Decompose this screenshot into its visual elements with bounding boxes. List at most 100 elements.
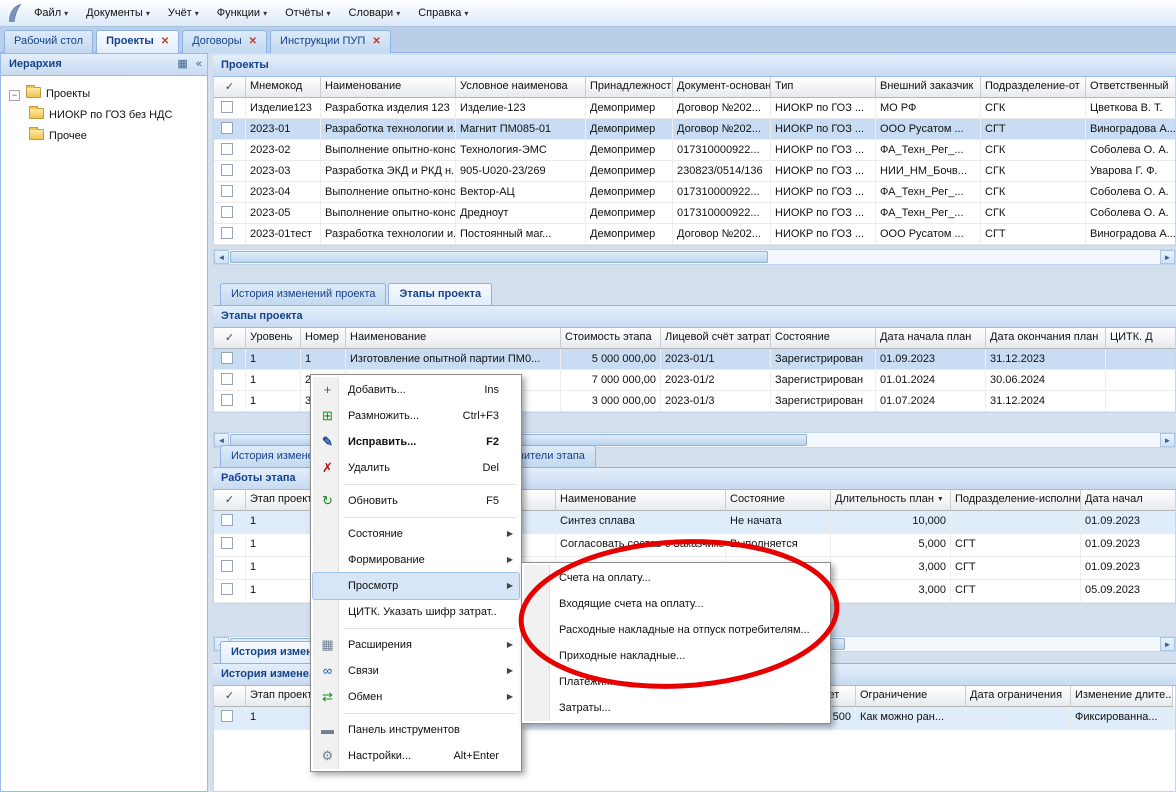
table-row[interactable]: 2023-04Выполнение опытно-конс...Вектор-А…: [214, 182, 1175, 203]
column-header[interactable]: Условное наименова: [456, 77, 586, 98]
menu-item[interactable]: ⊞Размножить...Ctrl+F3: [313, 403, 519, 429]
close-icon[interactable]: ✕: [161, 36, 169, 47]
column-header[interactable]: Наименование: [556, 490, 726, 511]
column-header[interactable]: Ограничение: [856, 686, 966, 707]
tree-item[interactable]: −Проекты: [1, 84, 207, 105]
menubar-item[interactable]: Отчёты▾: [276, 0, 339, 27]
scroll-right-icon[interactable]: ►: [1160, 250, 1175, 264]
document-tab[interactable]: Договоры✕: [182, 30, 267, 53]
menu-item[interactable]: ▬Панель инструментов: [313, 717, 519, 743]
menubar-item[interactable]: Учёт▾: [159, 0, 208, 27]
menu-item[interactable]: Состояние▶: [313, 521, 519, 547]
row-checkbox[interactable]: [221, 710, 233, 722]
column-header[interactable]: Лицевой счёт затрат.: [661, 328, 771, 349]
tree-item[interactable]: НИОКР по ГОЗ без НДС: [1, 105, 207, 126]
menu-item[interactable]: ✗УдалитьDel: [313, 455, 519, 481]
row-checkbox[interactable]: [221, 185, 233, 197]
column-header[interactable]: Состояние: [726, 490, 831, 511]
horizontal-scrollbar[interactable]: ◄ ►: [213, 249, 1176, 265]
row-checkbox[interactable]: [221, 143, 233, 155]
menu-item[interactable]: Платежи...: [524, 669, 828, 695]
check-column-header[interactable]: ✓: [214, 328, 246, 349]
column-header[interactable]: Дата окончания план: [986, 328, 1106, 349]
menubar-item[interactable]: Словари▾: [340, 0, 410, 27]
table-row[interactable]: 2023-03Разработка ЭКД и РКД н...905-U020…: [214, 161, 1175, 182]
close-icon[interactable]: ✕: [249, 36, 257, 47]
menu-item[interactable]: ⚙Настройки...Alt+Enter: [313, 743, 519, 769]
menu-item[interactable]: ✎Исправить...F2: [313, 429, 519, 455]
row-checkbox[interactable]: [221, 373, 233, 385]
menu-item[interactable]: Приходные накладные...: [524, 643, 828, 669]
table-row[interactable]: 2023-05Выполнение опытно-конс...Дредноут…: [214, 203, 1175, 224]
row-checkbox[interactable]: [221, 560, 233, 572]
column-header[interactable]: Стоимость этапа: [561, 328, 661, 349]
column-header[interactable]: Внешний заказчик: [876, 77, 981, 98]
section-tab[interactable]: История изменений проекта: [220, 283, 386, 305]
column-header[interactable]: Тип: [771, 77, 876, 98]
table-row[interactable]: 2023-01Разработка технологии и...Магнит …: [214, 119, 1175, 140]
menu-item[interactable]: Формирование▶: [313, 547, 519, 573]
column-header[interactable]: Ответственный: [1086, 77, 1176, 98]
column-header[interactable]: Уровень: [246, 328, 301, 349]
column-header[interactable]: Дата начал: [1081, 490, 1176, 511]
menu-item[interactable]: ↻ОбновитьF5: [313, 488, 519, 514]
column-header[interactable]: Подразделение-исполнитель..: [951, 490, 1081, 511]
menu-item[interactable]: ЦИТК. Указать шифр затрат..: [313, 599, 519, 625]
menu-item[interactable]: Затраты...: [524, 695, 828, 721]
menu-item[interactable]: Просмотр▶: [313, 573, 519, 599]
close-icon[interactable]: ✕: [372, 36, 380, 47]
column-header[interactable]: Наименование: [321, 77, 456, 98]
column-header[interactable]: Документ-основан: [673, 77, 771, 98]
column-header[interactable]: Состояние: [771, 328, 876, 349]
scroll-left-icon[interactable]: ◄: [214, 250, 229, 264]
collapse-panel-icon[interactable]: «: [196, 58, 202, 70]
document-tab[interactable]: Инструкции ПУП✕: [270, 30, 391, 53]
column-header[interactable]: Изменение длите...: [1071, 686, 1173, 707]
column-header[interactable]: Дата начала план: [876, 328, 986, 349]
menu-item[interactable]: ▦Расширения▶: [313, 632, 519, 658]
column-header[interactable]: Дата ограничения: [966, 686, 1071, 707]
menu-item[interactable]: ⇄Обмен▶: [313, 684, 519, 710]
table-row[interactable]: 2023-01тестРазработка технологии и...Пос…: [214, 224, 1175, 245]
menu-item[interactable]: ∞Связи▶: [313, 658, 519, 684]
menubar-item[interactable]: Функции▾: [208, 0, 276, 27]
column-header[interactable]: Наименование: [346, 328, 561, 349]
row-checkbox[interactable]: [221, 206, 233, 218]
grid-view-icon[interactable]: ▦: [177, 58, 187, 70]
row-checkbox[interactable]: [221, 352, 233, 364]
collapse-expander-icon[interactable]: −: [9, 90, 20, 101]
column-header[interactable]: Подразделение-от: [981, 77, 1086, 98]
check-column-header[interactable]: ✓: [214, 77, 246, 98]
column-header[interactable]: Длительность план▼: [831, 490, 951, 511]
column-header[interactable]: Мнемокод: [246, 77, 321, 98]
row-checkbox[interactable]: [221, 227, 233, 239]
row-checkbox[interactable]: [221, 394, 233, 406]
menu-item[interactable]: +Добавить...Ins: [313, 377, 519, 403]
row-checkbox[interactable]: [221, 537, 233, 549]
cell: МО РФ: [876, 98, 981, 118]
row-checkbox[interactable]: [221, 122, 233, 134]
table-row[interactable]: 11Изготовление опытной партии ПМ0...5 00…: [214, 349, 1175, 370]
row-checkbox[interactable]: [221, 164, 233, 176]
menu-item[interactable]: Входящие счета на оплату...: [524, 591, 828, 617]
menubar-item[interactable]: Файл▾: [25, 0, 77, 27]
menu-item[interactable]: Расходные накладные на отпуск потребител…: [524, 617, 828, 643]
section-tab[interactable]: Этапы проекта: [388, 283, 492, 305]
column-header[interactable]: Номер: [301, 328, 346, 349]
menu-item[interactable]: Счета на оплату...: [524, 565, 828, 591]
column-header[interactable]: ЦИТК. Д: [1106, 328, 1176, 349]
row-checkbox[interactable]: [221, 101, 233, 113]
check-column-header[interactable]: ✓: [214, 686, 246, 707]
tree-item[interactable]: Прочее: [1, 126, 207, 147]
row-checkbox[interactable]: [221, 514, 233, 526]
menubar-item[interactable]: Справка▾: [409, 0, 477, 27]
table-row[interactable]: 2023-02Выполнение опытно-конс...Технолог…: [214, 140, 1175, 161]
document-tab[interactable]: Рабочий стол: [4, 30, 93, 53]
document-tab[interactable]: Проекты✕: [96, 30, 179, 53]
row-checkbox[interactable]: [221, 583, 233, 595]
column-header[interactable]: Принадлежность: [586, 77, 673, 98]
check-column-header[interactable]: ✓: [214, 490, 246, 511]
menubar-item[interactable]: Документы▾: [77, 0, 159, 27]
scrollbar-thumb[interactable]: [230, 251, 768, 263]
table-row[interactable]: Изделие123Разработка изделия 123Изделие-…: [214, 98, 1175, 119]
